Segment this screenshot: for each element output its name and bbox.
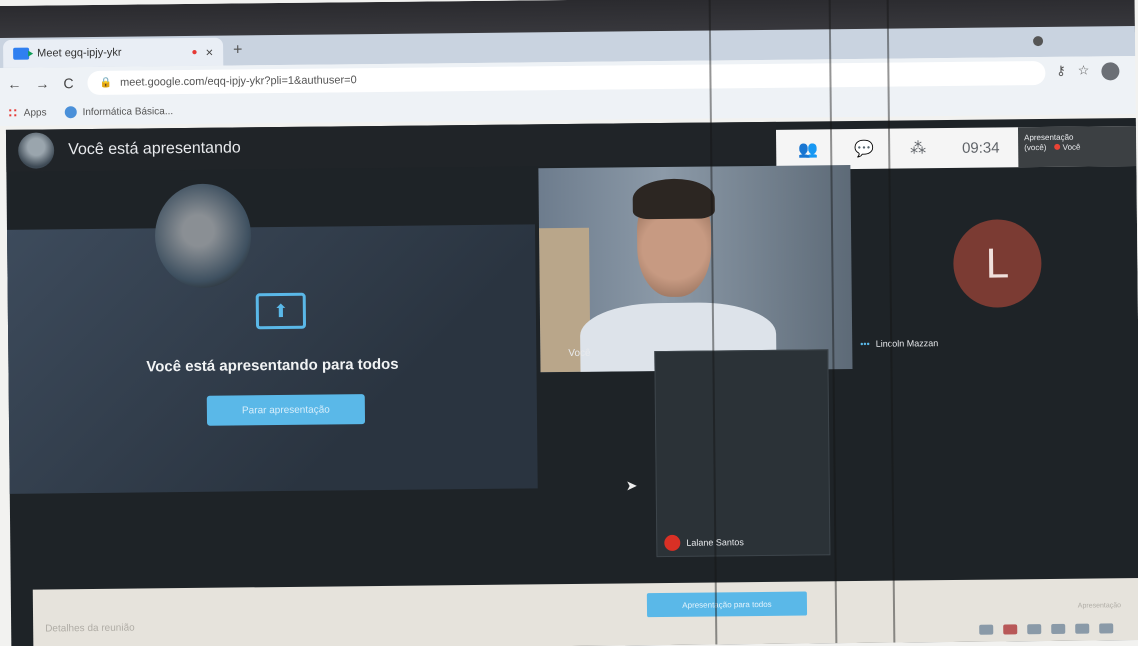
mic-muted-icon — [664, 534, 681, 552]
present-screen-icon: ⬆ — [255, 292, 307, 330]
bookmark-informatica[interactable]: Informática Básica... — [64, 105, 173, 119]
people-icon[interactable]: 👥 — [798, 139, 818, 159]
chat-icon[interactable]: 💬 — [854, 139, 874, 159]
reload-icon[interactable]: C — [63, 75, 73, 91]
mouse-cursor-icon: ➤ — [625, 477, 638, 494]
taskbar-app-icon[interactable] — [1003, 624, 1018, 635]
taskbar-app-icon[interactable] — [979, 624, 994, 635]
forward-arrow-icon[interactable]: → — [35, 75, 49, 91]
activities-icon[interactable]: ⁂ — [910, 138, 926, 158]
meeting-details-link[interactable]: Detalhes da reunião — [45, 623, 135, 635]
presenting-message: Você está apresentando para todos — [146, 355, 399, 376]
present-caption[interactable]: Apresentação — [1078, 602, 1121, 609]
presenting-title: Você está apresentando — [68, 139, 241, 159]
participant-name-label: Lalane Santos — [664, 534, 744, 552]
url-text: meet.google.com/eqq-ipjy-ykr?pli=1&authu… — [119, 74, 357, 89]
meet-bottom-bar: Detalhes da reunião Apresentação para to… — [32, 578, 1138, 646]
recording-dot-icon — [1054, 143, 1061, 150]
key-icon[interactable]: ⚷ — [1056, 63, 1066, 81]
recording-dot-icon: ● — [191, 46, 198, 58]
meet-window: Você está apresentando 👥 💬 ⁂ 09:34 Apres… — [5, 118, 1138, 646]
tab-title: Meet egq-ipjy-ykr — [37, 46, 122, 60]
meeting-clock: 09:34 — [961, 138, 1000, 157]
taskbar-app-icon[interactable] — [1051, 623, 1066, 634]
profile-avatar[interactable] — [1101, 62, 1120, 81]
globe-icon — [64, 106, 77, 119]
back-arrow-icon[interactable]: ← — [7, 76, 21, 92]
toolbar-right-icons: ⚷ ☆ — [1056, 62, 1120, 81]
photo-of-screen: Meet egq-ipjy-ykr ● × + ← → C 🔒 meet.goo… — [0, 0, 1138, 646]
self-video-tile[interactable]: Você — [538, 165, 853, 373]
participant-face — [154, 183, 252, 289]
participant-label: ••• Lincoln Mazzan — [860, 338, 939, 349]
presenting-to-all-button[interactable]: Apresentação para todos — [646, 591, 808, 618]
stop-presenting-button[interactable]: Parar apresentação — [206, 394, 366, 426]
tab-close-icon[interactable]: × — [205, 44, 213, 59]
taskbar-app-icon[interactable] — [1027, 624, 1042, 635]
browser-tab-meet[interactable]: Meet egq-ipjy-ykr ● × — [3, 37, 224, 68]
new-tab-button[interactable]: + — [233, 41, 243, 59]
participant-video-tile[interactable] — [654, 349, 831, 558]
presentation-panel: ⬆ Você está apresentando para todos Para… — [6, 224, 538, 494]
self-avatar[interactable] — [17, 132, 55, 169]
video-tile-name: Você — [568, 347, 591, 360]
taskbar-app-icon[interactable] — [1075, 623, 1090, 634]
apps-grid-icon — [7, 107, 18, 118]
meet-favicon-icon — [13, 47, 30, 60]
window-control-icon[interactable] — [1033, 36, 1044, 47]
presentation-badge[interactable]: Apresentação (você) Você — [1017, 126, 1137, 168]
lock-icon: 🔒 — [99, 77, 113, 89]
taskbar-icons — [673, 618, 1133, 643]
meet-header: Você está apresentando — [5, 121, 777, 172]
more-dots-icon[interactable]: ••• — [860, 339, 870, 349]
participant-avatar-l[interactable]: L — [952, 219, 1042, 308]
taskbar-app-icon[interactable] — [1099, 623, 1114, 634]
star-icon[interactable]: ☆ — [1078, 63, 1090, 81]
bookmark-apps[interactable]: Apps — [7, 107, 47, 118]
